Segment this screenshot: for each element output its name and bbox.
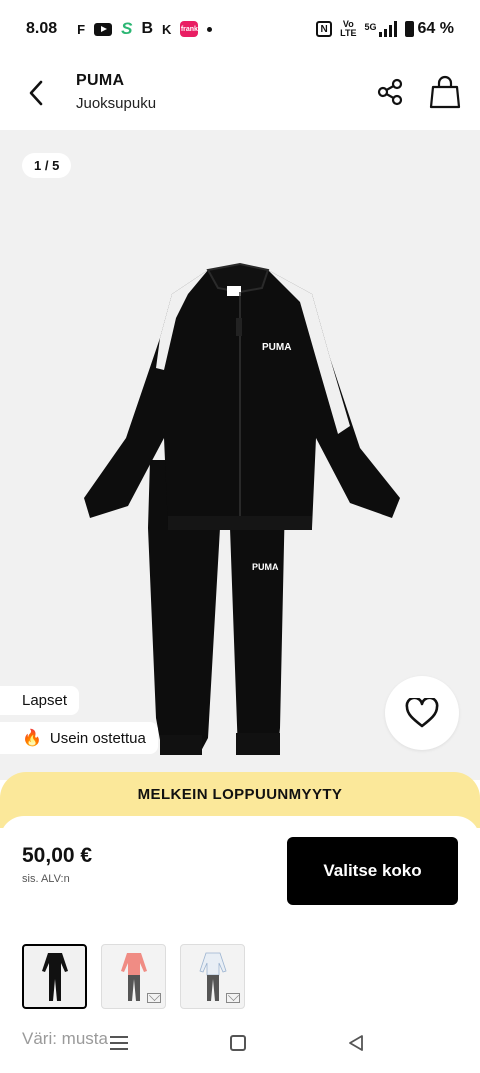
vat-note: sis. ALV:n — [22, 873, 70, 885]
system-icons: N Vo LTE 5G 64 % — [316, 20, 454, 38]
s-app-icon: S — [121, 19, 133, 38]
back-button[interactable] — [28, 80, 50, 106]
notify-mail-icon — [226, 993, 240, 1003]
volte-bottom-label: LTE — [340, 28, 357, 38]
network-type-label: 5G — [364, 22, 377, 32]
variant-thumb-pink[interactable] — [101, 944, 166, 1009]
home-button[interactable] — [230, 1035, 246, 1051]
b-app-icon: B — [141, 20, 153, 37]
share-button[interactable] — [376, 78, 404, 106]
status-time: 8.08 — [26, 20, 58, 37]
jacket-logo: PUMA — [262, 342, 291, 353]
variant-image-white — [198, 952, 227, 1001]
more-notifications-dot-icon — [207, 26, 213, 32]
badge-kids: Lapset — [0, 686, 80, 715]
color-variants — [22, 944, 245, 1009]
heart-icon — [405, 698, 439, 728]
pants-logo: PUMA — [252, 562, 279, 572]
variant-thumb-black[interactable] — [22, 944, 87, 1009]
variant-thumb-white[interactable] — [180, 944, 245, 1009]
badge-kids-label: Lapset — [22, 692, 68, 709]
signal-icon — [378, 21, 397, 37]
k-app-icon: K — [162, 21, 172, 37]
system-back-icon[interactable] — [347, 1034, 365, 1052]
shopping-bag-button[interactable] — [429, 75, 461, 109]
battery-icon — [404, 21, 414, 37]
badge-popular-label: Usein ostettua — [49, 729, 146, 747]
status-bar: 8.08 F S B K frank N Vo LTE 5G 64 % — [0, 0, 480, 58]
youtube-icon — [94, 22, 113, 36]
frank-app-icon: frank — [180, 21, 199, 37]
shopping-bag-icon — [429, 75, 461, 109]
product-name: Juoksupuku — [76, 95, 157, 112]
chevron-left-icon — [29, 80, 43, 106]
system-navigation-bar — [0, 1030, 480, 1058]
title-block: PUMA Juoksupuku — [76, 72, 156, 112]
product-image-gallery[interactable]: 1 / 5 PUMA PUMA Lapset 🔥 Usein ostettua — [0, 130, 480, 780]
favorite-button[interactable] — [385, 676, 459, 750]
volte-icon: Vo LTE — [340, 20, 356, 38]
product-header: PUMA Juoksupuku — [0, 58, 480, 130]
notification-icons: F S B K frank — [77, 19, 213, 39]
product-image-tracksuit: PUMA PUMA — [84, 262, 400, 755]
image-counter: 1 / 5 — [22, 153, 72, 178]
brand-name: PUMA — [76, 72, 125, 89]
nfc-icon: N — [316, 21, 333, 37]
select-size-button[interactable]: Valitse koko — [287, 837, 458, 905]
price: 50,00 € — [22, 844, 93, 867]
battery-level: 64 % — [417, 20, 454, 37]
badge-popular: 🔥 Usein ostettua — [0, 722, 158, 754]
fire-icon: 🔥 — [22, 730, 42, 747]
variant-image-pink — [120, 952, 147, 1001]
f-app-icon: F — [77, 21, 86, 37]
variant-image-black — [41, 952, 68, 1001]
recent-apps-button[interactable] — [110, 1036, 128, 1050]
share-icon — [377, 78, 403, 106]
notify-mail-icon — [147, 993, 161, 1003]
